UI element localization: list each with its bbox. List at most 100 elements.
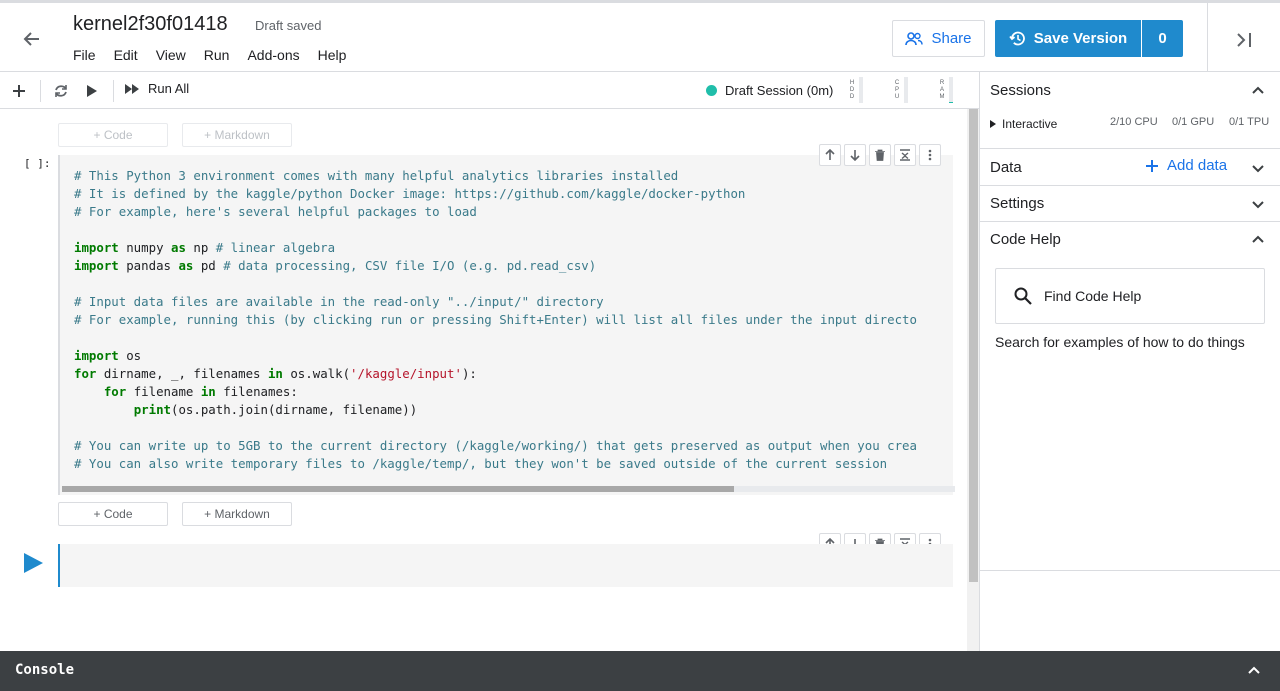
console-bar[interactable]: Console — [0, 651, 1280, 691]
gpu-usage: 0/1 GPU — [1172, 116, 1215, 128]
menu-run[interactable]: Run — [204, 47, 230, 63]
code-token: '/kaggle/input' — [350, 366, 462, 381]
caret-right-icon — [990, 120, 996, 128]
code-line: # For example, running this (by clicking… — [74, 311, 953, 329]
code-help-title[interactable]: Code Help — [990, 231, 1061, 248]
chevron-up-icon[interactable] — [1250, 232, 1266, 248]
fast-forward-icon — [125, 83, 139, 94]
menu-help[interactable]: Help — [318, 47, 347, 63]
code-token: # This Python 3 environment comes with m… — [74, 168, 679, 183]
run-all-label: Run All — [148, 81, 190, 96]
people-icon — [905, 31, 924, 45]
execution-count: [ ]: — [24, 157, 51, 170]
collapse-icon[interactable] — [894, 144, 916, 166]
cell-toolbar — [819, 144, 941, 166]
move-up-icon[interactable] — [819, 144, 841, 166]
chevron-up-icon[interactable] — [1246, 663, 1262, 679]
code-token: pd — [193, 258, 224, 273]
code-token: as — [178, 258, 194, 273]
save-version-button[interactable]: Save Version — [995, 20, 1141, 57]
code-token: dirname, _, filenames — [96, 366, 268, 381]
header-divider — [1207, 3, 1208, 72]
interactive-session-row[interactable]: Interactive 2/10 CPU 0/1 GPU 0/1 TPU — [990, 116, 1275, 132]
code-editor[interactable]: # This Python 3 environment comes with m… — [74, 167, 953, 477]
code-token: (os.path.join(dirname, filename)) — [171, 402, 418, 417]
vertical-scrollbar-thumb[interactable] — [969, 109, 978, 582]
add-code-cell-button[interactable]: + Code — [58, 123, 168, 147]
code-token: print — [133, 402, 171, 417]
notebook-header: kernel2f30f01418 Draft saved File Edit V… — [0, 0, 1280, 72]
code-token: in — [267, 366, 283, 381]
menu-file[interactable]: File — [73, 47, 96, 63]
code-line: import pandas as pd # data processing, C… — [74, 257, 953, 275]
data-section: Data — [980, 149, 1280, 186]
menu-add-ons[interactable]: Add-ons — [247, 47, 299, 63]
menu-edit[interactable]: Edit — [114, 47, 138, 63]
run-cell-play-icon[interactable] — [22, 551, 44, 575]
interactive-label: Interactive — [1002, 117, 1058, 131]
code-token: os — [118, 348, 142, 363]
session-status[interactable]: Draft Session (0m) — [706, 83, 833, 98]
notebook-title[interactable]: kernel2f30f01418 — [73, 13, 228, 36]
code-token: import — [74, 258, 119, 273]
code-cell[interactable]: # This Python 3 environment comes with m… — [58, 155, 955, 495]
cpu-label: CPU — [894, 79, 900, 100]
add-code-cell-button[interactable]: + Code — [58, 502, 168, 526]
find-code-help-input[interactable]: Find Code Help — [995, 268, 1265, 324]
code-line: for dirname, _, filenames in os.walk('/k… — [74, 365, 953, 383]
version-count-badge[interactable]: 0 — [1142, 20, 1183, 57]
code-token: pandas — [118, 258, 179, 273]
code-token: import — [74, 348, 119, 363]
add-markdown-cell-button[interactable]: + Markdown — [182, 502, 292, 526]
horizontal-scrollbar[interactable] — [62, 486, 955, 492]
session-status-dot — [706, 85, 717, 96]
code-token: for — [103, 384, 127, 399]
notebook-editor[interactable]: + Code + Markdown [ ]: # This Python 3 e… — [0, 109, 979, 651]
run-all-button[interactable]: Run All — [124, 81, 189, 96]
add-markdown-cell-button[interactable]: + Markdown — [182, 123, 292, 147]
code-token: # It is defined by the kaggle/python Doc… — [74, 186, 746, 201]
menu-view[interactable]: View — [156, 47, 186, 63]
sessions-title[interactable]: Sessions — [990, 82, 1051, 99]
horizontal-scrollbar-thumb[interactable] — [62, 486, 734, 492]
code-help-description: Search for examples of how to do things — [995, 334, 1245, 350]
empty-code-cell[interactable] — [58, 544, 953, 587]
settings-title[interactable]: Settings — [990, 195, 1044, 212]
ram-meter: RAM — [939, 76, 953, 104]
restart-icon[interactable] — [50, 80, 72, 102]
settings-section: Settings — [980, 186, 1280, 222]
menu-bar: File Edit View Run Add-ons Help — [73, 47, 364, 63]
right-sidebar: Sessions Interactive 2/10 CPU 0/1 GPU 0/… — [979, 72, 1280, 651]
add-data-label: Add data — [1167, 157, 1228, 174]
delete-icon[interactable] — [869, 144, 891, 166]
chevron-down-icon[interactable] — [1250, 160, 1266, 176]
move-down-icon[interactable] — [844, 144, 866, 166]
chevron-up-icon[interactable] — [1250, 83, 1266, 99]
code-token: filenames: — [215, 384, 298, 399]
code-token: numpy — [118, 240, 171, 255]
code-token: ): — [461, 366, 477, 381]
add-cell-icon[interactable] — [8, 80, 30, 102]
back-arrow-icon[interactable] — [18, 25, 46, 53]
hdd-label: HDD — [849, 79, 855, 100]
find-code-help-placeholder: Find Code Help — [1044, 288, 1142, 304]
code-token: # You can also write temporary files to … — [74, 456, 888, 471]
plus-icon — [1146, 159, 1158, 172]
code-line: # Input data files are available in the … — [74, 293, 953, 311]
more-options-icon[interactable] — [919, 144, 941, 166]
add-data-button[interactable]: Add data — [1145, 157, 1227, 174]
collapse-panel-icon[interactable] — [1232, 27, 1258, 53]
run-cell-icon[interactable] — [81, 80, 103, 102]
save-version-label: Save Version — [1033, 30, 1128, 47]
code-token: # For example, here's several helpful pa… — [74, 204, 477, 219]
data-title[interactable]: Data — [990, 159, 1022, 176]
share-button[interactable]: Share — [892, 20, 985, 57]
code-line: # It is defined by the kaggle/python Doc… — [74, 185, 953, 203]
code-token: # data processing, CSV file I/O (e.g. pd… — [223, 258, 597, 273]
code-token: filename — [126, 384, 201, 399]
chevron-down-icon[interactable] — [1250, 196, 1266, 212]
